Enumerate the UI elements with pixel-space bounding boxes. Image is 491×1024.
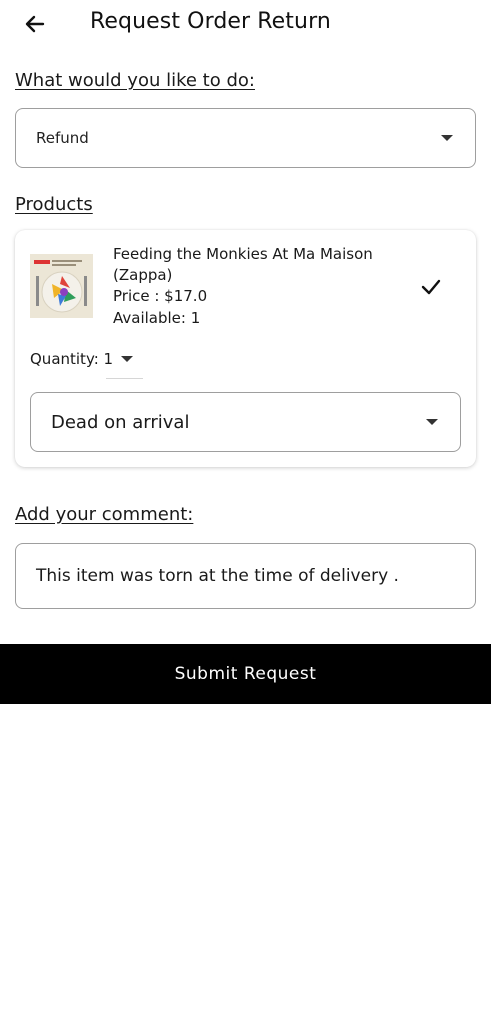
product-select-toggle[interactable]: [420, 276, 442, 298]
comment-input[interactable]: This item was torn at the time of delive…: [15, 543, 476, 609]
action-dropdown[interactable]: Refund: [15, 108, 476, 168]
app-header: Request Order Return: [0, 0, 491, 50]
products-label: Products: [15, 194, 93, 215]
chevron-down-icon: [121, 356, 134, 362]
submit-request-button[interactable]: Submit Request: [0, 644, 491, 704]
quantity-value: Quantity: 1: [30, 350, 114, 368]
quantity-dropdown[interactable]: Quantity: 1: [30, 350, 134, 368]
quantity-underline: [106, 378, 143, 379]
back-button[interactable]: [20, 9, 50, 39]
comment-label: Add your comment:: [15, 504, 194, 525]
return-reason-value: Dead on arrival: [51, 411, 190, 433]
action-label: What would you like to do:: [15, 70, 255, 91]
check-icon: [421, 279, 441, 295]
arrow-left-icon: [25, 15, 45, 33]
action-selected-value: Refund: [36, 129, 89, 147]
product-image: [30, 254, 93, 318]
return-reason-dropdown[interactable]: Dead on arrival: [30, 392, 461, 452]
chevron-down-icon: [426, 419, 438, 425]
request-order-return-screen: Request Order Return What would you like…: [0, 0, 491, 1024]
chevron-down-icon: [441, 135, 453, 141]
product-price: Price : $17.0: [113, 287, 208, 305]
product-availability: Available: 1: [113, 309, 201, 327]
product-card: Feeding the Monkies At Ma Maison (Zappa)…: [15, 230, 476, 467]
page-title: Request Order Return: [90, 9, 331, 34]
product-name: Feeding the Monkies At Ma Maison (Zappa): [113, 245, 373, 284]
